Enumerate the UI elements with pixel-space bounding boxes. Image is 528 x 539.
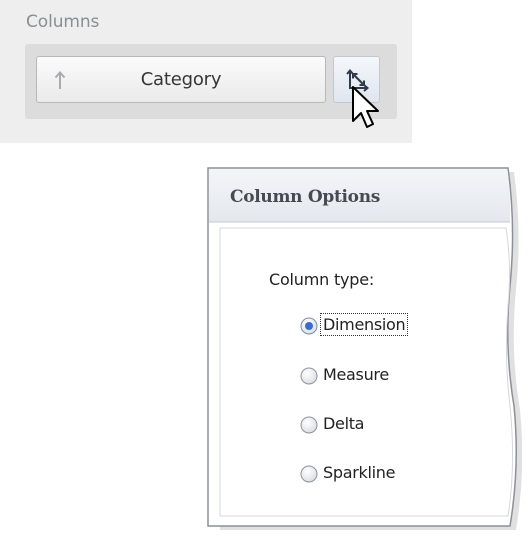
radio-unselected-icon[interactable] xyxy=(300,416,318,434)
column-type-label: Column type: xyxy=(269,270,375,289)
radio-unselected-icon[interactable] xyxy=(300,465,318,483)
radio-option-dimension[interactable]: Dimension xyxy=(300,313,500,340)
columns-section-title: Columns xyxy=(26,12,100,32)
column-options-dialog: Column Options Column type: Dimension Me… xyxy=(206,166,522,536)
radio-label-delta: Delta xyxy=(323,414,365,433)
radio-label-measure: Measure xyxy=(323,365,389,384)
columns-panel: Columns Category xyxy=(0,0,412,143)
radio-option-measure[interactable]: Measure xyxy=(300,364,500,390)
category-column-button[interactable]: Category xyxy=(36,56,326,103)
dialog-title: Column Options xyxy=(230,187,381,207)
radio-option-sparkline[interactable]: Sparkline xyxy=(300,462,500,488)
radio-unselected-icon[interactable] xyxy=(300,367,318,385)
radio-selected-icon[interactable] xyxy=(300,317,318,335)
columns-drop-area: Category xyxy=(25,44,397,119)
category-label: Category xyxy=(140,69,222,90)
radio-label-dimension: Dimension xyxy=(319,313,409,336)
radio-label-sparkline: Sparkline xyxy=(323,463,396,482)
radio-option-delta[interactable]: Delta xyxy=(300,413,500,439)
mouse-cursor-icon xyxy=(352,86,379,128)
